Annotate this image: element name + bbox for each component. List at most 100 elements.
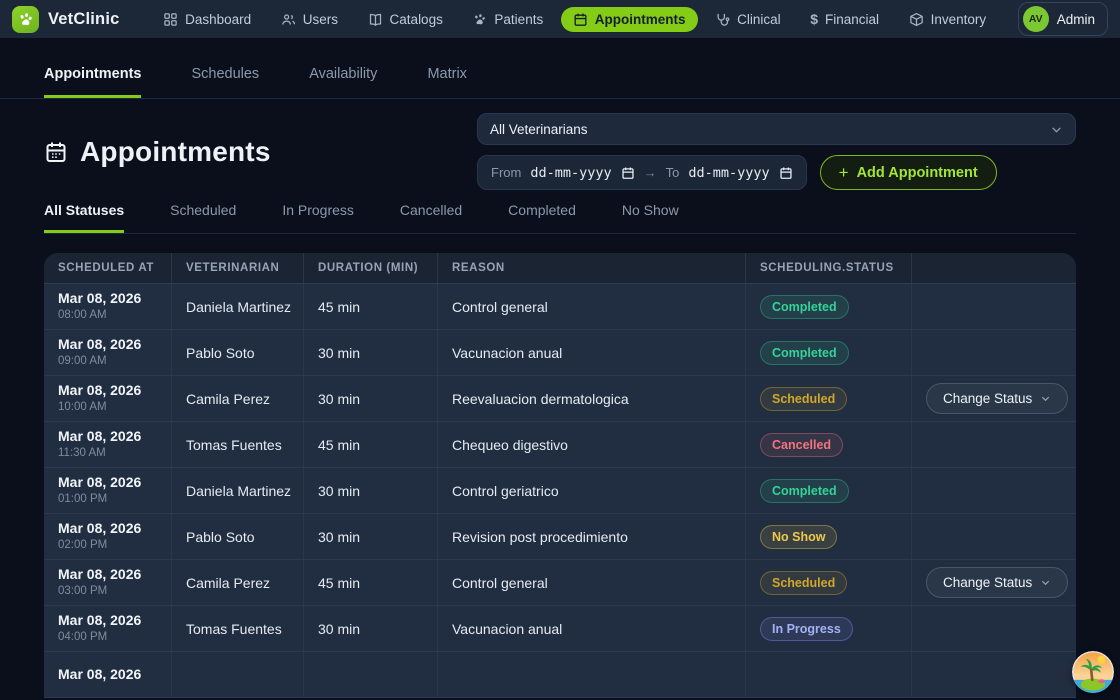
calendar-icon[interactable] [621,166,635,180]
appointment-time: 10:00 AM [58,400,157,415]
tab-appointments[interactable]: Appointments [44,66,141,98]
dashboard-grid-icon [163,12,178,27]
status-badge: Cancelled [760,433,843,457]
nav-item-label: Clinical [737,12,781,27]
status-badge: Scheduled [760,571,847,595]
status-badge: Completed [760,341,849,365]
cell-scheduled-at: Mar 08, 202601:00 PM [44,468,171,513]
cell-veterinarian: Daniela Martinez [171,284,303,329]
col-duration: Duration (min) [303,253,437,283]
cell-duration: 45 min [303,284,437,329]
cell-veterinarian: Camila Perez [171,560,303,605]
table-row: Mar 08, 202601:00 PMDaniela Martinez30 m… [44,468,1076,514]
table-header-row: Scheduled At Veterinarian Duration (min)… [44,253,1076,284]
plus-icon: + [839,163,849,183]
status-tab-completed[interactable]: Completed [508,202,576,233]
cell-duration: 30 min [303,468,437,513]
cell-scheduled-at: Mar 08, 202609:00 AM [44,330,171,375]
status-tab-scheduled[interactable]: Scheduled [170,202,236,233]
cell-actions [911,514,1076,559]
paw-icon [17,11,34,28]
date-filter-controls: From dd-mm-yyyy → To dd-mm-yyyy [477,155,1076,190]
cell-veterinarian: Pablo Soto [171,330,303,375]
chevron-down-icon [1040,393,1051,404]
main-content: Appointments All Veterinarians From dd-m… [0,113,1120,698]
appointment-time: 11:30 AM [58,446,157,461]
change-status-button[interactable]: Change Status [926,567,1068,598]
cell-veterinarian: Tomas Fuentes [171,606,303,651]
add-appointment-button[interactable]: + Add Appointment [820,155,997,190]
calendar-icon[interactable] [779,166,793,180]
from-label: From [491,165,521,180]
header-row: Appointments All Veterinarians From dd-m… [44,113,1076,190]
status-tab-cancelled[interactable]: Cancelled [400,202,462,233]
status-badge: Completed [760,295,849,319]
nav-item-clinical[interactable]: Clinical [703,7,793,32]
page-title: Appointments [80,136,271,168]
cell-reason: Control general [437,560,745,605]
cell-status: Cancelled [745,422,911,467]
col-scheduled-at: Scheduled At [44,253,171,283]
tab-schedules[interactable]: Schedules [191,66,259,98]
cell-reason: Revision post procedimiento [437,514,745,559]
status-badge: Scheduled [760,387,847,411]
nav-item-catalogs[interactable]: Catalogs [356,7,455,32]
cell-duration: 45 min [303,560,437,605]
cell-duration: 30 min [303,606,437,651]
cell-duration: 30 min [303,330,437,375]
cell-actions: Change Status [911,560,1076,605]
nav-item-patients[interactable]: Patients [460,7,555,32]
cell-reason: Reevaluacion dermatologica [437,376,745,421]
table-row: Mar 08, 202608:00 AMDaniela Martinez45 m… [44,284,1076,330]
tab-matrix[interactable]: Matrix [427,66,466,98]
cell-duration: 45 min [303,422,437,467]
calendar-icon [573,12,588,27]
vetclinic-logo [12,6,39,33]
col-actions [911,253,1076,283]
cell-status [745,652,911,697]
appointments-table: Scheduled At Veterinarian Duration (min)… [44,253,1076,698]
nav-item-inventory[interactable]: Inventory [897,7,999,32]
veterinarian-select[interactable]: All Veterinarians [477,113,1076,145]
cell-veterinarian [171,652,303,697]
brand[interactable]: VetClinic [12,6,120,33]
cell-scheduled-at: Mar 08, 202610:00 AM [44,376,171,421]
nav-item-appointments[interactable]: Appointments [561,7,698,32]
cell-status: Scheduled [745,376,911,421]
status-badge: Completed [760,479,849,503]
nav-item-dashboard[interactable]: Dashboard [151,7,263,32]
status-tab-all[interactable]: All Statuses [44,202,124,233]
cell-veterinarian: Camila Perez [171,376,303,421]
nav-item-financial[interactable]: $ Financial [798,6,891,32]
cell-actions [911,284,1076,329]
to-date-input[interactable]: dd-mm-yyyy [688,165,769,181]
appointment-date: Mar 08, 2026 [58,666,157,684]
brand-name: VetClinic [48,10,120,29]
cell-actions [911,330,1076,375]
stethoscope-icon [715,12,730,27]
admin-label: Admin [1057,12,1095,27]
change-status-button[interactable]: Change Status [926,383,1068,414]
cell-scheduled-at: Mar 08, 202603:00 PM [44,560,171,605]
paw-icon [472,12,487,27]
nav-item-users[interactable]: Users [269,7,350,32]
table-row: Mar 08, 202603:00 PMCamila Perez45 minCo… [44,560,1076,606]
table-row: Mar 08, 202609:00 AMPablo Soto30 minVacu… [44,330,1076,376]
chevron-down-icon [1040,577,1051,588]
status-tab-in-progress[interactable]: In Progress [282,202,354,233]
status-tab-no-show[interactable]: No Show [622,202,679,233]
admin-menu[interactable]: AV Admin [1018,2,1108,36]
veterinarian-select-value: All Veterinarians [490,122,588,137]
nav-item-label: Appointments [595,12,686,27]
cell-status: In Progress [745,606,911,651]
status-badge: In Progress [760,617,853,641]
appointment-date: Mar 08, 2026 [58,290,157,308]
from-date-input[interactable]: dd-mm-yyyy [530,165,611,181]
date-range-filter: From dd-mm-yyyy → To dd-mm-yyyy [477,155,807,190]
tab-availability[interactable]: Availability [309,66,377,98]
appointment-date: Mar 08, 2026 [58,428,157,446]
cell-duration: 30 min [303,376,437,421]
table-row: Mar 08, 202610:00 AMCamila Perez30 minRe… [44,376,1076,422]
users-icon [281,12,296,27]
cell-duration: 30 min [303,514,437,559]
